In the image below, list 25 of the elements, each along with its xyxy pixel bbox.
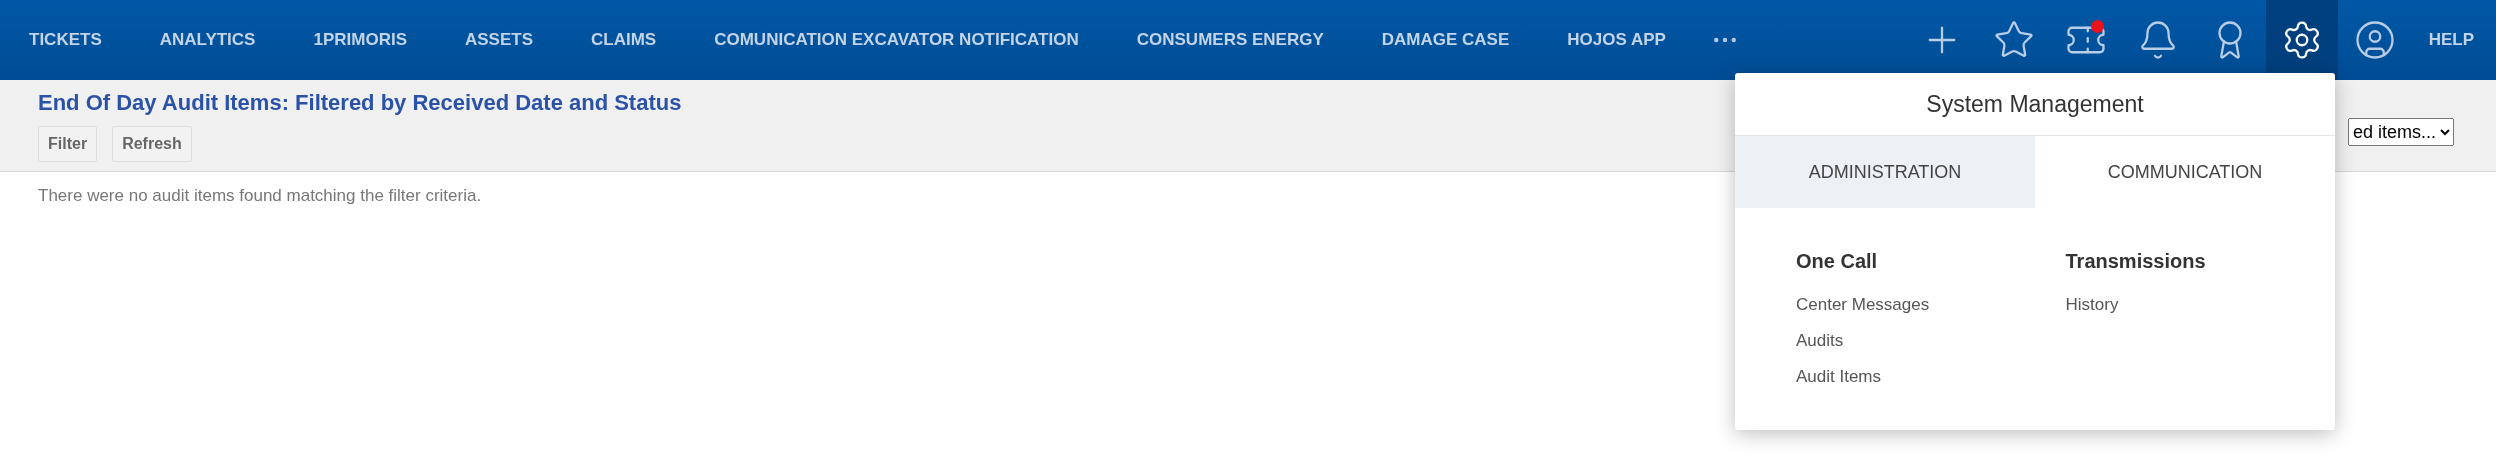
nav-item[interactable]: HOJOS APP [1538,30,1695,50]
nav-item[interactable]: CONSUMERS ENERGY [1107,30,1353,50]
menu-link[interactable]: Center Messages [1796,295,2066,315]
notification-dot [2090,20,2104,33]
menu-link[interactable]: Audit Items [1796,367,2066,387]
nav-item[interactable]: ASSETS [436,30,562,50]
page-title: End Of Day Audit Items: Filtered by Received Date and Status [38,90,682,116]
active-icon-button[interactable] [2265,0,2338,80]
user-icon[interactable] [2354,19,2397,61]
nav-item[interactable]: ANALYTICS [130,30,285,50]
help-link[interactable]: HELP [2412,30,2496,50]
menu-link[interactable]: History [2065,295,2335,315]
filter-button[interactable]: Filter [38,126,98,162]
section-heading: Transmissions [2065,250,2207,273]
nav-item[interactable]: DAMAGE CASE [1352,30,1539,50]
nav-item[interactable]: CLAIMS [562,30,686,50]
empty-message: There were no audit items found matching the filter criteria. [38,186,483,206]
nav-item[interactable]: 1PRIMORIS [284,30,436,50]
menu-tab[interactable]: ADMINISTRATION [1735,136,2035,208]
nav-item[interactable]: TICKETS [0,30,131,50]
nav-item[interactable]: COMUNICATION EXCAVATOR NOTIFICATION [685,30,1108,50]
menu-link[interactable]: Audits [1796,331,2066,351]
section-heading: One Call [1796,250,1879,273]
refresh-button[interactable]: Refresh [112,126,192,162]
status-select[interactable]: ed items... [2348,117,2454,146]
